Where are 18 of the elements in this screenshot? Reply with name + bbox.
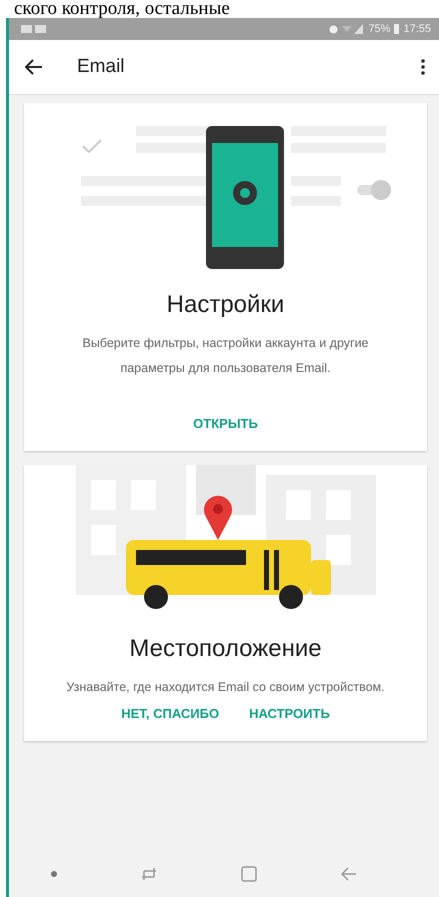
card-title: Настройки (166, 291, 284, 319)
signal-icon (342, 24, 364, 34)
back-icon[interactable] (25, 59, 43, 75)
battery-icon (394, 24, 400, 34)
action-button[interactable]: ОТКРЫТЬ (189, 410, 262, 437)
battery-percent: 75% (368, 23, 390, 35)
app-title: Email (77, 56, 125, 78)
notification-icons (21, 24, 47, 34)
dot-icon[interactable] (51, 871, 57, 877)
card-description: Выберите фильтры, настройки аккаунта и другие параметры для пользователя Email. (81, 335, 370, 377)
home-icon[interactable] (241, 866, 257, 882)
action-button[interactable]: НАСТРОИТЬ (245, 700, 334, 727)
status-time: 17:55 (403, 23, 431, 35)
page-text: ского контроля, остальные (13, 0, 231, 18)
action-button[interactable]: НЕТ, СПАСИБО (117, 700, 224, 727)
card-title: Местоположение (129, 635, 322, 663)
card-description: Узнавайте, где находится Email со своим устройством. (66, 679, 385, 696)
more-icon[interactable] (421, 59, 425, 75)
